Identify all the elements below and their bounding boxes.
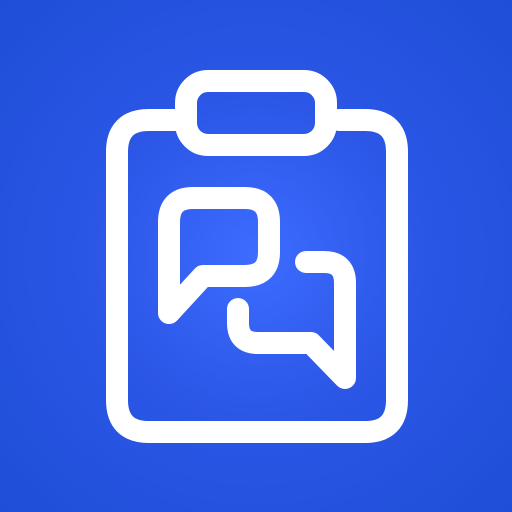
app-icon (0, 0, 512, 512)
clipboard-clip (175, 70, 337, 156)
chat-bubble-left (158, 187, 280, 324)
clipboard-chat-icon (106, 70, 408, 443)
